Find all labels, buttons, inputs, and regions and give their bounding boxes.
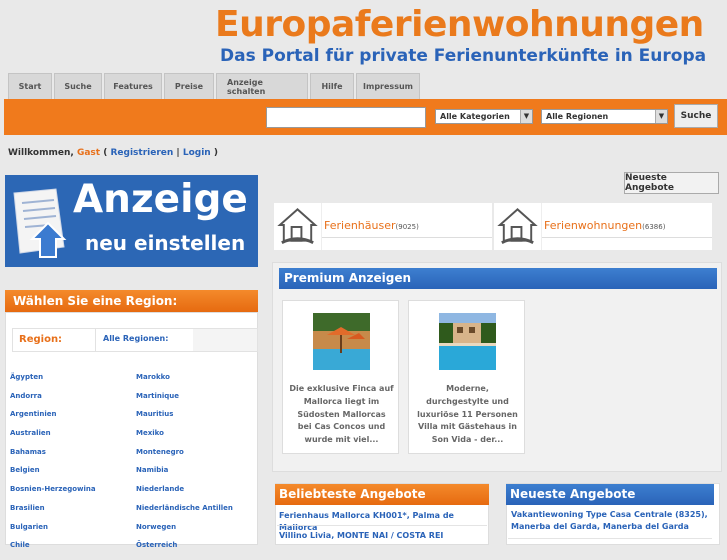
region-crumb-value-box[interactable]: Alle Regionen: (95, 329, 193, 351)
tab-preise[interactable]: Preise (164, 73, 214, 99)
premium-card-text: Moderne, durchgestylte und luxuriöse 11 … (417, 384, 518, 445)
divider (542, 237, 712, 238)
welcome-paren-close: ) (213, 148, 218, 158)
premium-card-text: Die exklusive Finca auf Mallorca liegt i… (289, 384, 394, 445)
region-link[interactable]: Andorra (10, 392, 96, 411)
region-panel: Region: Alle Regionen: Ägypten Andorra A… (5, 312, 258, 549)
premium-card[interactable]: Die exklusive Finca auf Mallorca liegt i… (282, 300, 399, 454)
region-heading: Wählen Sie eine Region: (5, 290, 258, 312)
chevron-down-icon: ▼ (655, 110, 667, 123)
tab-suche[interactable]: Suche (54, 73, 102, 99)
tab-hilfe[interactable]: Hilfe (310, 73, 354, 99)
region-link[interactable]: Österreich (136, 541, 233, 560)
newest-heading: Neueste Angebote (506, 484, 714, 505)
region-link[interactable]: Chile (10, 541, 96, 560)
region-link[interactable]: Bosnien-Herzegowina (10, 485, 96, 504)
category-label: Ferienwohnungen(6386) (544, 219, 665, 232)
banner-title: Anzeige (73, 177, 248, 222)
welcome-user: Gast (76, 148, 101, 158)
category-select[interactable]: Alle Kategorien ▼ (435, 109, 533, 124)
region-link[interactable]: Niederländische Antillen (136, 504, 233, 523)
tab-start[interactable]: Start (8, 73, 52, 99)
category-name: Ferienwohnungen (544, 219, 643, 232)
house-icon (494, 203, 542, 250)
region-link[interactable]: Argentinien (10, 410, 96, 429)
search-input[interactable] (266, 107, 426, 128)
search-button[interactable]: Suche (674, 104, 718, 128)
region-link[interactable]: Martinique (136, 392, 233, 411)
category-count: (6386) (642, 223, 666, 231)
region-crumb-value: Alle Regionen: (103, 334, 169, 343)
category-ferienwohnungen[interactable]: Ferienwohnungen(6386) (494, 203, 712, 250)
region-list-col-1: Ägypten Andorra Argentinien Australien B… (10, 373, 96, 560)
welcome-separator: | (176, 148, 180, 158)
category-select-value: Alle Kategorien (440, 112, 510, 121)
newest-offers-button[interactable]: Neueste Angebote (624, 172, 719, 194)
listing-photo (313, 313, 370, 370)
region-select[interactable]: Alle Regionen ▼ (541, 109, 668, 124)
divider (508, 538, 712, 539)
region-link[interactable]: Australien (10, 429, 96, 448)
region-link[interactable]: Mexiko (136, 429, 233, 448)
region-link[interactable]: Belgien (10, 466, 96, 485)
region-link[interactable]: Mauritius (136, 410, 233, 429)
region-breadcrumb: Region: Alle Regionen: (12, 328, 258, 352)
login-link[interactable]: Login (183, 148, 211, 158)
region-link[interactable]: Namibia (136, 466, 233, 485)
region-crumb-label-box: Region: (13, 329, 95, 351)
region-link[interactable]: Brasilien (10, 504, 96, 523)
tab-anzeige-schalten[interactable]: Anzeige schalten (216, 73, 308, 99)
region-link[interactable]: Niederlande (136, 485, 233, 504)
premium-card[interactable]: Moderne, durchgestylte und luxuriöse 11 … (408, 300, 525, 454)
category-label: Ferienhäuser(9025) (324, 219, 419, 232)
banner-subtitle: neu einstellen (85, 231, 246, 255)
category-count: (9025) (395, 223, 419, 231)
welcome-paren-open: ( (103, 148, 108, 158)
divider (277, 525, 487, 526)
region-link[interactable]: Bulgarien (10, 523, 96, 542)
newest-item[interactable]: Vakantiewoning Type Casa Centrale (8325)… (511, 509, 711, 533)
region-link[interactable]: Norwegen (136, 523, 233, 542)
region-link[interactable]: Bahamas (10, 448, 96, 467)
premium-heading: Premium Anzeigen (279, 268, 717, 289)
document-arrow-icon (13, 188, 67, 258)
divider (322, 237, 492, 238)
welcome-greeting: Willkommen, (8, 148, 74, 158)
region-link[interactable]: Montenegro (136, 448, 233, 467)
site-header: Europaferienwohnungen Das Portal für pri… (0, 0, 727, 74)
chevron-down-icon: ▼ (520, 110, 532, 123)
main-nav: Start Suche Features Preise Anzeige scha… (8, 73, 422, 99)
category-ferienhaeuser[interactable]: Ferienhäuser(9025) (274, 203, 492, 250)
site-subtitle: Das Portal für private Ferienunterkünfte… (220, 46, 707, 66)
region-select-value: Alle Regionen (546, 112, 609, 121)
house-icon (274, 203, 322, 250)
new-ad-banner[interactable]: Anzeige neu einstellen (5, 175, 258, 267)
region-crumb-label: Region: (19, 334, 63, 345)
tab-impressum[interactable]: Impressum (356, 73, 420, 99)
listing-photo (439, 313, 496, 370)
region-list-col-2: Marokko Martinique Mauritius Mexiko Mont… (136, 373, 233, 560)
region-link[interactable]: Ägypten (10, 373, 96, 392)
register-link[interactable]: Registrieren (110, 148, 173, 158)
popular-heading: Beliebteste Angebote (275, 484, 489, 505)
tab-features[interactable]: Features (104, 73, 162, 99)
region-link[interactable]: Marokko (136, 373, 233, 392)
welcome-line: Willkommen, Gast ( Registrieren | Login … (8, 148, 218, 158)
site-title[interactable]: Europaferienwohnungen (215, 4, 704, 45)
category-name: Ferienhäuser (324, 219, 396, 232)
popular-item[interactable]: Villino Livia, MONTE NAI / COSTA REI (279, 530, 489, 542)
